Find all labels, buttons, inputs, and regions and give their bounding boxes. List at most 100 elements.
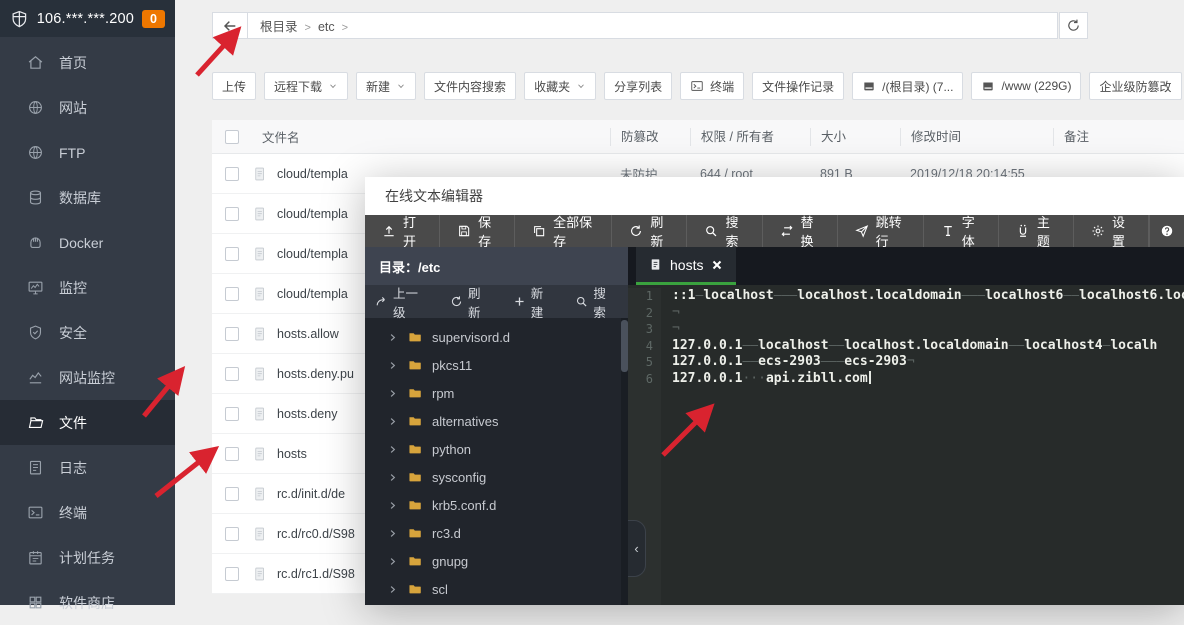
tree-scrollbar[interactable]: [621, 318, 628, 605]
tree-item[interactable]: gnupg: [365, 547, 628, 575]
file-icon: [252, 325, 267, 343]
tree-item[interactable]: python: [365, 435, 628, 463]
code-text: ::1: [672, 288, 695, 303]
tree-item[interactable]: pkcs11: [365, 351, 628, 379]
select-all-checkbox[interactable]: [225, 130, 239, 144]
toolbar-button-label: 收藏夹: [534, 78, 570, 95]
chevron-down-icon: [576, 81, 586, 91]
toolbar-button-disk-www[interactable]: /www (229G): [971, 72, 1081, 100]
sidebar: 106.***.***.200 0 首页网站FTP数据库Docker监控安全网站…: [0, 0, 175, 605]
toolbar-button-remote-download[interactable]: 远程下载: [264, 72, 348, 100]
font-icon: [941, 224, 955, 238]
sidebar-item-security[interactable]: 安全: [0, 310, 175, 355]
file-icon: [252, 365, 267, 383]
row-checkbox[interactable]: [225, 487, 239, 501]
sidebar-item-database[interactable]: 数据库: [0, 175, 175, 220]
collapse-tree-button[interactable]: ‹: [628, 520, 646, 577]
breadcrumb[interactable]: 根目录>etc>: [248, 12, 1058, 39]
toolbar-button-favorites[interactable]: 收藏夹: [524, 72, 596, 100]
panel-action-new[interactable]: 新建: [503, 283, 566, 321]
editor-toolbar-theme[interactable]: 主题: [999, 215, 1074, 247]
tree-item[interactable]: rpm: [365, 379, 628, 407]
row-checkbox[interactable]: [225, 447, 239, 461]
sidebar-item-label: 数据库: [59, 188, 101, 208]
folder-icon: [407, 582, 423, 596]
row-checkbox[interactable]: [225, 207, 239, 221]
sidebar-item-logs[interactable]: 日志: [0, 445, 175, 490]
editor-content[interactable]: 123456 ::1—localhost———localhost.localdo…: [628, 285, 1184, 605]
tree-item[interactable]: krb5.conf.d: [365, 491, 628, 519]
tree-item[interactable]: rc3.d: [365, 519, 628, 547]
message-badge[interactable]: 0: [142, 10, 165, 28]
sidebar-item-ftp[interactable]: FTP: [0, 130, 175, 175]
row-checkbox-cell: [212, 527, 252, 541]
sidebar-item-app-store[interactable]: 软件商店: [0, 580, 175, 625]
panel-action-label: 刷新: [468, 283, 493, 321]
tree-item[interactable]: supervisord.d: [365, 323, 628, 351]
toolbar-button-label: 分享列表: [614, 78, 662, 95]
code-lines[interactable]: ::1—localhost———localhost.localdomain———…: [661, 288, 1184, 605]
editor-toolbar-replace[interactable]: 替换: [763, 215, 838, 247]
close-tab-icon[interactable]: [711, 259, 723, 271]
row-checkbox[interactable]: [225, 327, 239, 341]
row-checkbox[interactable]: [225, 527, 239, 541]
sidebar-item-monitor[interactable]: 监控: [0, 265, 175, 310]
toolbar-button-tamper-proof[interactable]: 企业级防篡改: [1089, 72, 1181, 100]
editor-toolbar-help[interactable]: [1149, 215, 1184, 247]
sidebar-item-cron[interactable]: 计划任务: [0, 535, 175, 580]
toolbar-button-terminal[interactable]: 终端: [680, 72, 744, 100]
row-checkbox[interactable]: [225, 167, 239, 181]
whitespace-marker: ——: [1009, 338, 1025, 353]
code-line: 127.0.0.1···api.zibll.com: [672, 371, 1184, 388]
folder-icon: [407, 386, 423, 400]
sidebar-item-label: 安全: [59, 323, 87, 343]
sidebar-item-files[interactable]: 文件: [0, 400, 175, 445]
editor-toolbar-label: 打开: [403, 212, 422, 250]
editor-toolbar-goto-line[interactable]: 跳转行: [838, 215, 924, 247]
editor-toolbar-font[interactable]: 字体: [924, 215, 999, 247]
tree-item[interactable]: alternatives: [365, 407, 628, 435]
toolbar-button-share-list[interactable]: 分享列表: [604, 72, 672, 100]
sidebar-item-website[interactable]: 网站: [0, 85, 175, 130]
sidebar-item-terminal[interactable]: 终端: [0, 490, 175, 535]
breadcrumb-segment[interactable]: etc: [318, 20, 335, 34]
row-checkbox[interactable]: [225, 367, 239, 381]
editor-toolbar-save[interactable]: 保存: [440, 215, 515, 247]
toolbar-button-new[interactable]: 新建: [356, 72, 416, 100]
tree-item-label: sysconfig: [432, 470, 486, 485]
breadcrumb-segment[interactable]: 根目录: [260, 20, 298, 34]
sidebar-item-label: 软件商店: [59, 593, 115, 613]
code-text: api.zibll.com: [766, 371, 868, 386]
tree-item[interactable]: sysconfig: [365, 463, 628, 491]
sidebar-item-site-monitor[interactable]: 网站监控: [0, 355, 175, 400]
editor-toolbar-settings[interactable]: 设置: [1074, 215, 1149, 247]
editor-toolbar-search[interactable]: 搜索: [687, 215, 762, 247]
tree-item[interactable]: scl: [365, 575, 628, 603]
chevron-right-icon: [387, 556, 398, 567]
editor-tab-hosts[interactable]: hosts: [636, 247, 736, 285]
row-checkbox[interactable]: [225, 247, 239, 261]
tree-scrollbar-thumb[interactable]: [621, 320, 628, 372]
back-button[interactable]: [212, 12, 248, 39]
toolbar-button-content-search[interactable]: 文件内容搜索: [424, 72, 516, 100]
editor-toolbar-open[interactable]: 打开: [365, 215, 440, 247]
terminal-icon: [27, 504, 44, 521]
tree-item-label: supervisord.d: [432, 330, 510, 345]
refresh-button[interactable]: [1059, 12, 1088, 39]
row-checkbox[interactable]: [225, 407, 239, 421]
editor-panel-actions: 上一级刷新新建搜索: [365, 285, 628, 318]
panel-action-refresh[interactable]: 刷新: [440, 283, 503, 321]
panel-action-up-level[interactable]: 上一级: [365, 283, 440, 321]
panel-action-search[interactable]: 搜索: [565, 283, 628, 321]
sidebar-item-home[interactable]: 首页: [0, 40, 175, 85]
toolbar-button-upload[interactable]: 上传: [212, 72, 256, 100]
sidebar-item-docker[interactable]: Docker: [0, 220, 175, 265]
row-checkbox[interactable]: [225, 287, 239, 301]
toolbar-button-disk-root[interactable]: /(根目录) (7...: [852, 72, 963, 100]
editor-toolbar-save-all[interactable]: 全部保存: [515, 215, 612, 247]
editor-toolbar-label: 跳转行: [876, 212, 906, 250]
row-checkbox[interactable]: [225, 567, 239, 581]
line-number: 4: [628, 338, 653, 355]
toolbar-button-file-op-log[interactable]: 文件操作记录: [752, 72, 844, 100]
editor-toolbar-refresh[interactable]: 刷新: [612, 215, 687, 247]
